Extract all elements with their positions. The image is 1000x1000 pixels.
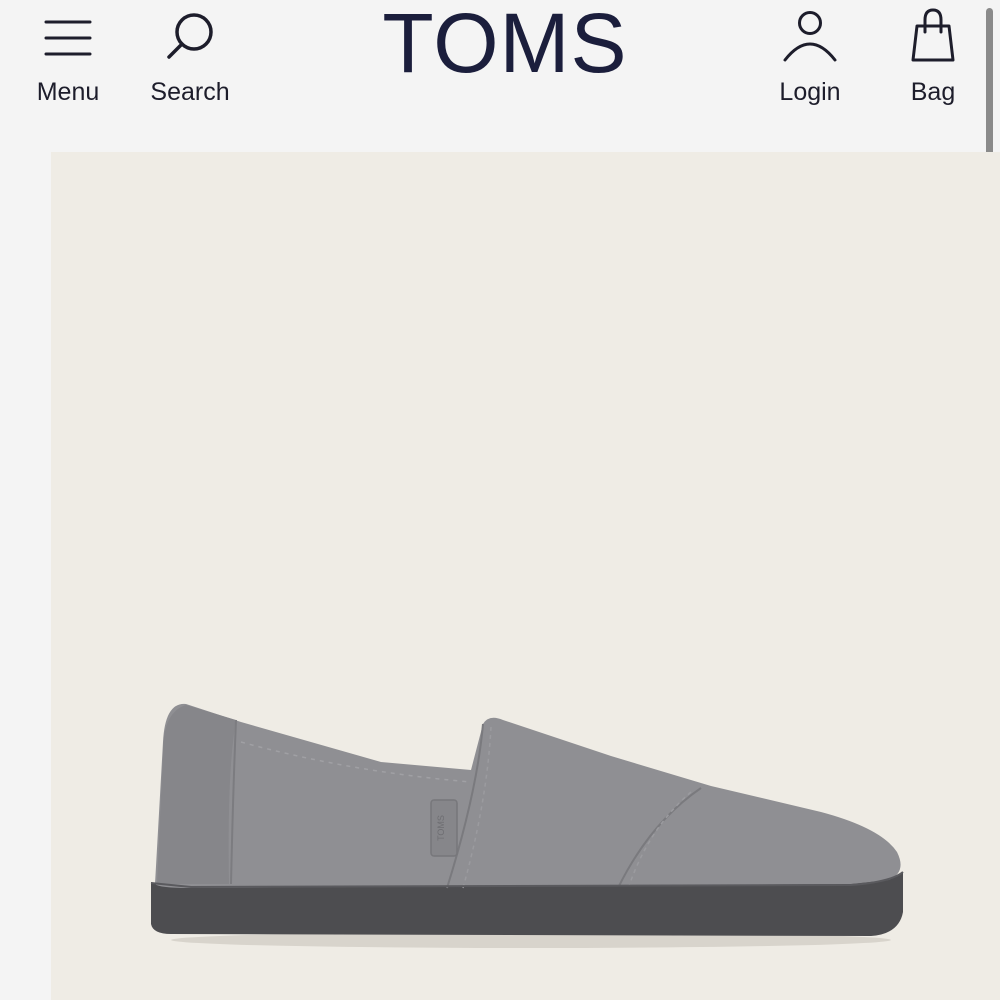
menu-button[interactable]: Menu [20,0,116,130]
page: Menu Search TOMS Login Bag TOMS [0,0,1000,1000]
shoe-upper [155,703,901,888]
shopping-bag-icon [911,8,955,62]
bag-label: Bag [910,78,956,106]
search-button[interactable]: Search [138,0,242,130]
tag-text: TOMS [436,815,446,841]
search-label: Search [150,78,230,106]
menu-label: Menu [36,78,100,106]
login-button[interactable]: Login [768,0,852,130]
search-icon [167,13,213,59]
menu-icon [44,20,92,56]
product-image[interactable]: TOMS [51,152,1000,1000]
bag-button[interactable]: Bag [898,0,968,130]
toms-logo[interactable]: TOMS [380,0,630,90]
site-header: Menu Search TOMS Login Bag [0,0,1000,150]
login-label: Login [779,78,841,106]
user-icon [783,11,837,62]
shoe-illustration: TOMS [150,703,904,948]
